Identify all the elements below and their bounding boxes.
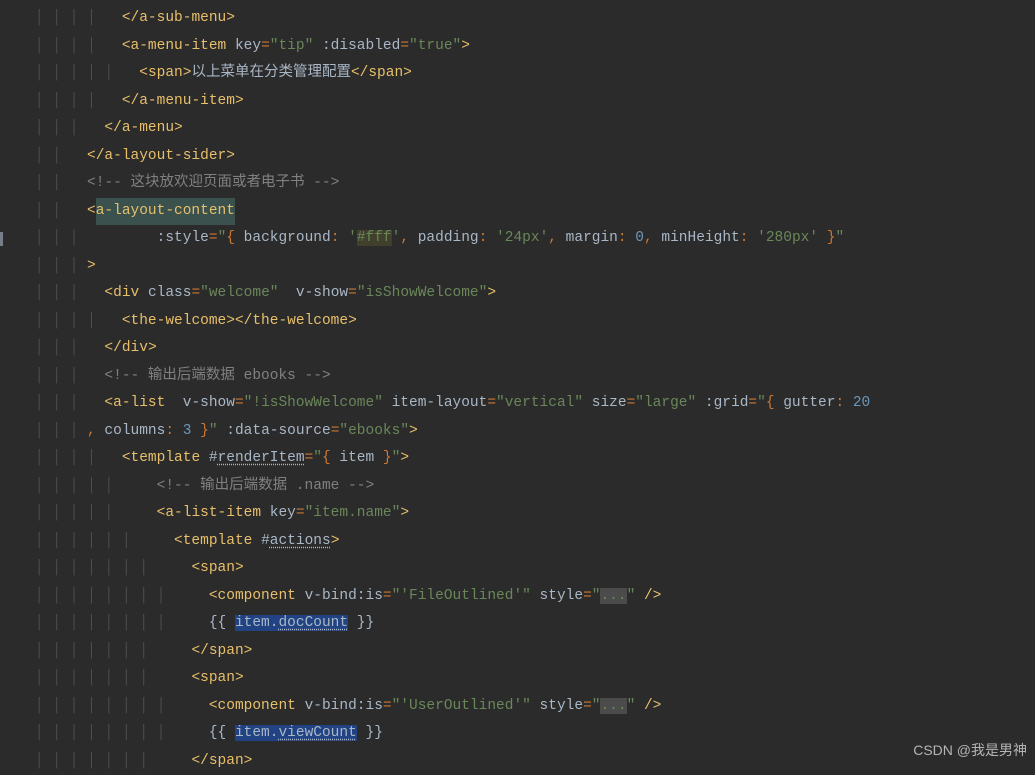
tag-a-layout-sider: a-layout-sider [104,148,226,164]
folded-style-1[interactable]: ... [600,588,626,604]
tag-a-layout-content: a-layout-content [96,198,235,226]
tag-the-welcome: the-welcome [131,313,227,329]
tag-a-menu-item: a-menu-item [131,38,227,54]
caret-indicator [0,232,3,246]
expr-viewCount: item.viewCount [235,725,357,741]
menu-config-text: 以上菜单在分类管理配置 [191,65,351,81]
code-content: │ │ │ │ </a-sub-menu> │ │ │ │ <a-menu-it… [0,0,1035,775]
tag-component: component [218,588,296,604]
expr-docCount: item.docCount [235,615,348,631]
code-editor[interactable]: │ │ │ │ </a-sub-menu> │ │ │ │ <a-menu-it… [0,0,1035,775]
comment-ebooks: <!-- 输出后端数据 ebooks --> [104,368,330,384]
watermark: CSDN @我是男神 [913,737,1027,765]
tag-a-sub-menu: a-sub-menu [139,10,226,26]
comment-name: <!-- 输出后端数据 .name --> [157,478,375,494]
tag-a-list: a-list [113,395,165,411]
tag-a-list-item: a-list-item [165,505,261,521]
folded-style-2[interactable]: ... [600,698,626,714]
comment-welcome: <!-- 这块放欢迎页面或者电子书 --> [87,175,339,191]
